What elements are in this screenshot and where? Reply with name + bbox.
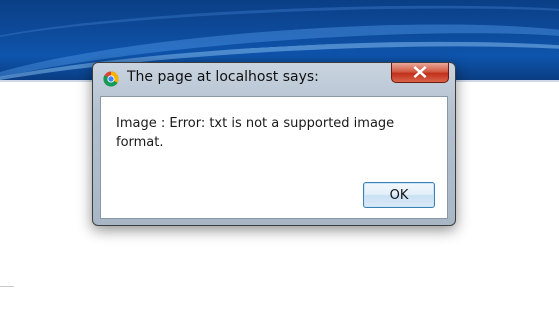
close-button[interactable] bbox=[391, 63, 449, 83]
dialog-title: The page at localhost says: bbox=[127, 69, 319, 85]
ok-button[interactable]: OK bbox=[363, 182, 435, 208]
close-icon bbox=[413, 66, 427, 79]
dialog-body: Image : Error: txt is not a supported im… bbox=[100, 96, 448, 219]
alert-dialog: The page at localhost says: Image : Erro… bbox=[92, 62, 456, 226]
page-divider bbox=[0, 286, 14, 287]
dialog-message: Image : Error: txt is not a supported im… bbox=[116, 116, 395, 150]
chrome-icon bbox=[103, 71, 119, 87]
dialog-titlebar[interactable]: The page at localhost says: bbox=[93, 63, 455, 95]
